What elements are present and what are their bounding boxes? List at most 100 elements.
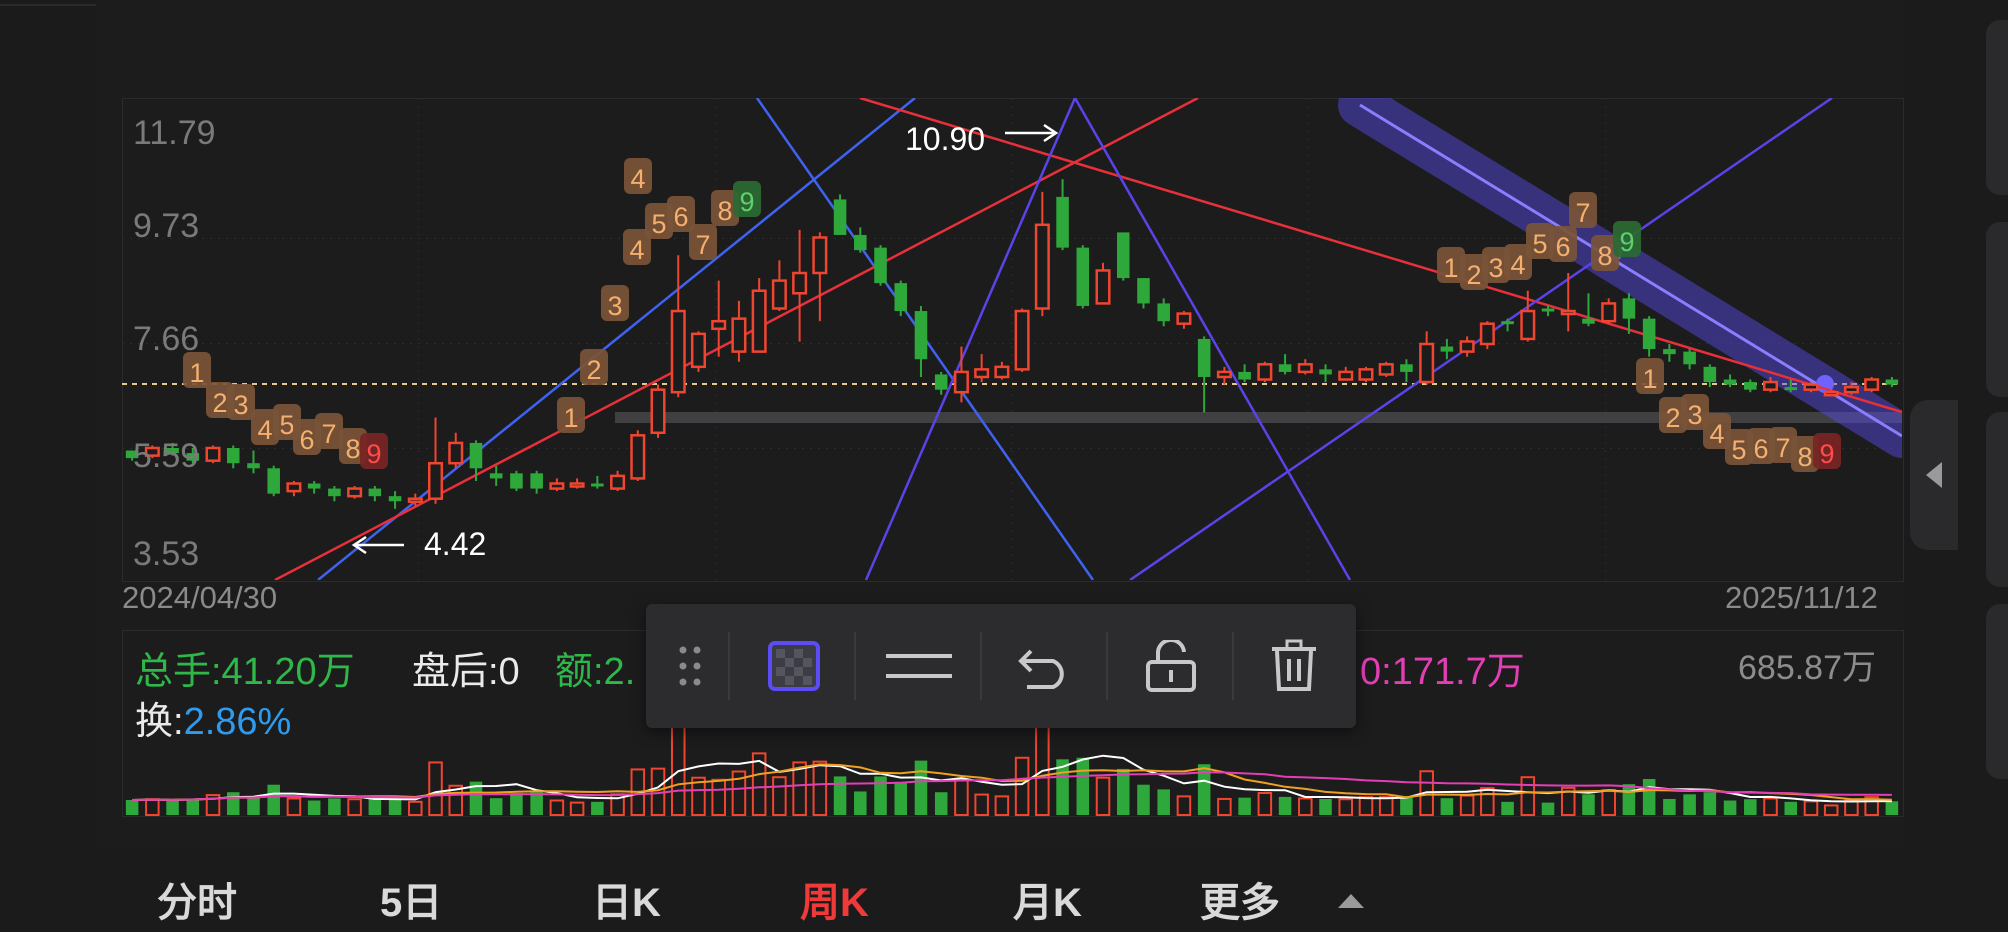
volume-bar bbox=[1763, 797, 1778, 817]
volume-bar bbox=[226, 792, 240, 815]
line-style-icon[interactable] bbox=[864, 626, 974, 706]
volume-bar bbox=[1358, 796, 1374, 817]
tab-5day[interactable]: 5日 bbox=[380, 870, 442, 928]
volume-bar bbox=[1501, 801, 1514, 815]
volume-bar bbox=[328, 798, 341, 815]
tab-daily-k[interactable]: 日K bbox=[592, 870, 661, 928]
turnover-label: 换:2.86% bbox=[135, 690, 291, 745]
side-panel-edge bbox=[1986, 604, 2008, 779]
volume-bar bbox=[1238, 797, 1251, 815]
tab-intraday[interactable]: 分时 bbox=[157, 870, 237, 928]
side-panel-edge bbox=[1986, 222, 2008, 397]
volume-bar bbox=[1338, 798, 1354, 816]
volume-chart bbox=[125, 721, 1899, 817]
volume-bar bbox=[974, 793, 989, 816]
volume-bar bbox=[1703, 792, 1717, 815]
toolbar-divider bbox=[854, 632, 856, 700]
undo-icon[interactable] bbox=[990, 626, 1100, 706]
volume-bar bbox=[1278, 796, 1292, 815]
volume-bar bbox=[1803, 800, 1819, 816]
caret-up-icon[interactable] bbox=[1336, 892, 1366, 910]
volume-bar bbox=[1723, 800, 1737, 815]
volume-bar bbox=[1137, 784, 1150, 815]
volume-bar bbox=[1257, 792, 1273, 817]
volume-bar bbox=[994, 795, 1010, 816]
volume-bar bbox=[408, 800, 423, 817]
volume-bar bbox=[1480, 787, 1495, 817]
turnover-caption: 换: bbox=[135, 701, 184, 743]
volume-bar bbox=[1744, 799, 1757, 815]
volume-bar bbox=[186, 798, 200, 815]
volume-bar bbox=[1298, 797, 1313, 817]
volume-bar bbox=[428, 761, 443, 816]
side-panel-edge bbox=[1986, 20, 2008, 195]
volume-bar bbox=[347, 798, 362, 816]
ma-volume-label: 0:171.7万 bbox=[1360, 651, 1525, 693]
volume-bar bbox=[247, 797, 260, 815]
volume-bar bbox=[1459, 794, 1475, 816]
drawing-toolbar bbox=[646, 604, 1356, 728]
after-hours-label: 盘后:0 bbox=[412, 651, 520, 693]
period-tab-bar: 分时 5日 日K 周K 月K 更多 bbox=[0, 850, 1904, 932]
volume-bar bbox=[510, 793, 523, 815]
max-volume-label: 685.87万 bbox=[1738, 649, 1876, 687]
volume-bar bbox=[1784, 801, 1798, 815]
tab-monthly-k[interactable]: 月K bbox=[1013, 870, 1082, 928]
tab-weekly-k[interactable]: 周K bbox=[800, 870, 869, 928]
volume-bar bbox=[1157, 789, 1170, 815]
toolbar-divider bbox=[728, 632, 730, 700]
volume-bar bbox=[1378, 796, 1394, 817]
volume-bar bbox=[1683, 794, 1696, 815]
volume-bar bbox=[934, 792, 948, 815]
volume-bar bbox=[854, 791, 867, 815]
volume-bar bbox=[125, 800, 139, 815]
volume-bar bbox=[145, 798, 160, 816]
volume-bar bbox=[591, 801, 604, 815]
volume-bar bbox=[166, 800, 179, 815]
volume-bar bbox=[772, 776, 787, 817]
total-volume-label: 总手:41.20万 bbox=[135, 651, 355, 693]
volume-bar bbox=[1844, 799, 1859, 817]
volume-bar bbox=[1622, 784, 1636, 815]
volume-bar bbox=[307, 800, 321, 815]
volume-bar bbox=[1541, 802, 1555, 815]
tab-more[interactable]: 更多 bbox=[1200, 870, 1280, 928]
volume-bar bbox=[812, 760, 828, 817]
volume-bar bbox=[1400, 796, 1413, 815]
toolbar-divider bbox=[980, 632, 982, 700]
volume-bar bbox=[530, 792, 543, 815]
volume-bar bbox=[1582, 794, 1595, 815]
chevron-left-icon bbox=[1926, 462, 1942, 488]
volume-bar bbox=[1095, 776, 1111, 817]
volume-bar bbox=[954, 778, 969, 817]
volume-bar bbox=[1440, 798, 1454, 815]
volume-bar bbox=[489, 798, 503, 815]
volume-bar bbox=[267, 784, 280, 815]
volume-bar bbox=[1116, 768, 1130, 815]
collapse-side-panel-button[interactable] bbox=[1910, 400, 1958, 550]
lock-icon[interactable] bbox=[1116, 626, 1226, 706]
volume-bar bbox=[388, 798, 402, 815]
volume-bar bbox=[1076, 757, 1090, 815]
volume-bar bbox=[833, 776, 847, 815]
drag-handle-icon[interactable] bbox=[666, 626, 716, 706]
volume-bar bbox=[1823, 804, 1839, 817]
volume-bar bbox=[1217, 797, 1232, 817]
volume-bar bbox=[1601, 789, 1616, 817]
volume-bar bbox=[1520, 776, 1536, 817]
volume-bar bbox=[368, 798, 382, 815]
volume-bar bbox=[1885, 801, 1899, 815]
volume-bar bbox=[1176, 795, 1192, 816]
turnover-value: 2.86% bbox=[183, 701, 292, 743]
delete-icon[interactable] bbox=[1242, 626, 1346, 706]
volume-bar bbox=[894, 781, 908, 815]
volume-bar bbox=[1642, 779, 1656, 815]
volume-bar bbox=[549, 799, 565, 817]
volume-bar bbox=[914, 760, 928, 815]
volume-bar bbox=[569, 801, 585, 816]
fill-pattern-icon[interactable] bbox=[744, 626, 844, 706]
side-panel-edge bbox=[1986, 412, 2008, 587]
volume-bar bbox=[670, 721, 686, 816]
toolbar-divider bbox=[1232, 632, 1234, 700]
volume-bar bbox=[711, 778, 726, 816]
